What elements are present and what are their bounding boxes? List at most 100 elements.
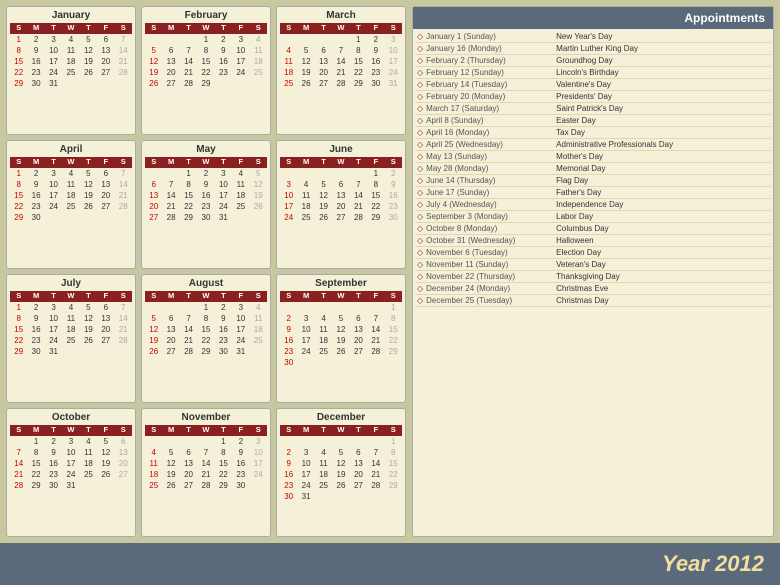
cal-day[interactable]: 15	[385, 324, 402, 335]
cal-day[interactable]: 28	[180, 346, 197, 357]
cal-day[interactable]: 22	[385, 335, 402, 346]
cal-day[interactable]: 5	[297, 45, 314, 56]
cal-day[interactable]: 25	[250, 67, 267, 78]
cal-day[interactable]: 27	[162, 346, 179, 357]
cal-day[interactable]: 19	[80, 56, 97, 67]
cal-day[interactable]: 7	[115, 34, 132, 45]
cal-day[interactable]: 4	[250, 34, 267, 45]
cal-day[interactable]: 24	[45, 67, 62, 78]
cal-day[interactable]: 16	[27, 56, 44, 67]
cal-day[interactable]: 13	[115, 447, 132, 458]
cal-day[interactable]: 2	[215, 34, 232, 45]
cal-day[interactable]: 2	[197, 168, 214, 179]
cal-day[interactable]: 5	[332, 447, 349, 458]
cal-day[interactable]: 22	[350, 67, 367, 78]
cal-day[interactable]	[115, 346, 132, 357]
cal-day[interactable]: 6	[97, 34, 114, 45]
cal-day[interactable]	[45, 212, 62, 223]
cal-day[interactable]: 1	[385, 436, 402, 447]
cal-day[interactable]: 24	[232, 335, 249, 346]
cal-day[interactable]: 26	[80, 67, 97, 78]
cal-day[interactable]: 2	[367, 34, 384, 45]
cal-day[interactable]: 1	[367, 168, 384, 179]
cal-day[interactable]: 27	[145, 212, 162, 223]
cal-day[interactable]: 17	[45, 56, 62, 67]
cal-day[interactable]: 16	[232, 458, 249, 469]
cal-day[interactable]: 12	[297, 56, 314, 67]
cal-day[interactable]: 18	[80, 458, 97, 469]
cal-day[interactable]: 11	[62, 179, 79, 190]
cal-day[interactable]: 26	[297, 78, 314, 89]
cal-day[interactable]: 10	[250, 447, 267, 458]
cal-day[interactable]: 23	[215, 67, 232, 78]
cal-day[interactable]: 11	[145, 458, 162, 469]
cal-day[interactable]: 31	[297, 491, 314, 502]
cal-day[interactable]	[280, 34, 297, 45]
cal-day[interactable]: 10	[45, 45, 62, 56]
cal-day[interactable]: 9	[45, 447, 62, 458]
cal-day[interactable]: 13	[162, 56, 179, 67]
cal-day[interactable]: 4	[297, 179, 314, 190]
cal-day[interactable]: 11	[62, 313, 79, 324]
cal-day[interactable]: 21	[180, 67, 197, 78]
cal-day[interactable]	[385, 491, 402, 502]
cal-day[interactable]: 8	[385, 447, 402, 458]
cal-day[interactable]	[350, 491, 367, 502]
cal-day[interactable]: 27	[350, 480, 367, 491]
cal-day[interactable]: 28	[180, 78, 197, 89]
cal-day[interactable]	[367, 357, 384, 368]
cal-day[interactable]: 11	[315, 458, 332, 469]
cal-day[interactable]: 21	[350, 201, 367, 212]
cal-day[interactable]: 10	[215, 179, 232, 190]
cal-day[interactable]: 22	[180, 201, 197, 212]
cal-day[interactable]: 20	[97, 324, 114, 335]
cal-day[interactable]: 17	[62, 458, 79, 469]
cal-day[interactable]: 17	[280, 201, 297, 212]
cal-day[interactable]: 1	[350, 34, 367, 45]
appointment-row[interactable]: ◇September 3 (Monday)Labor Day	[415, 211, 771, 223]
cal-day[interactable]: 13	[97, 313, 114, 324]
cal-day[interactable]: 27	[315, 78, 332, 89]
cal-day[interactable]: 25	[232, 201, 249, 212]
cal-day[interactable]	[315, 168, 332, 179]
cal-day[interactable]	[145, 436, 162, 447]
cal-day[interactable]: 9	[385, 179, 402, 190]
cal-day[interactable]	[145, 168, 162, 179]
cal-day[interactable]	[115, 212, 132, 223]
cal-day[interactable]: 16	[367, 56, 384, 67]
cal-day[interactable]: 12	[145, 324, 162, 335]
cal-day[interactable]: 11	[250, 45, 267, 56]
cal-day[interactable]	[232, 212, 249, 223]
cal-day[interactable]: 25	[62, 335, 79, 346]
cal-day[interactable]	[250, 346, 267, 357]
cal-day[interactable]: 10	[297, 458, 314, 469]
cal-day[interactable]: 17	[250, 458, 267, 469]
cal-day[interactable]: 9	[27, 313, 44, 324]
cal-day[interactable]: 14	[367, 324, 384, 335]
cal-day[interactable]: 30	[280, 357, 297, 368]
cal-day[interactable]: 19	[332, 469, 349, 480]
cal-day[interactable]: 31	[45, 78, 62, 89]
cal-day[interactable]: 2	[215, 302, 232, 313]
cal-day[interactable]	[162, 168, 179, 179]
appointment-row[interactable]: ◇May 28 (Monday)Memorial Day	[415, 163, 771, 175]
cal-day[interactable]: 24	[297, 346, 314, 357]
cal-day[interactable]: 1	[215, 436, 232, 447]
appointment-row[interactable]: ◇January 1 (Sunday)New Year's Day	[415, 31, 771, 43]
cal-day[interactable]: 6	[350, 313, 367, 324]
cal-day[interactable]: 6	[145, 179, 162, 190]
cal-day[interactable]: 9	[215, 313, 232, 324]
cal-day[interactable]: 28	[197, 480, 214, 491]
cal-day[interactable]: 9	[27, 179, 44, 190]
appointment-row[interactable]: ◇November 6 (Tuesday)Election Day	[415, 247, 771, 259]
cal-day[interactable]: 11	[280, 56, 297, 67]
cal-day[interactable]: 29	[350, 78, 367, 89]
cal-day[interactable]: 26	[80, 335, 97, 346]
cal-day[interactable]: 29	[10, 212, 27, 223]
cal-day[interactable]: 24	[232, 67, 249, 78]
cal-day[interactable]: 5	[162, 447, 179, 458]
cal-day[interactable]: 30	[45, 480, 62, 491]
cal-day[interactable]: 7	[197, 447, 214, 458]
cal-day[interactable]: 17	[215, 190, 232, 201]
cal-day[interactable]: 2	[27, 168, 44, 179]
